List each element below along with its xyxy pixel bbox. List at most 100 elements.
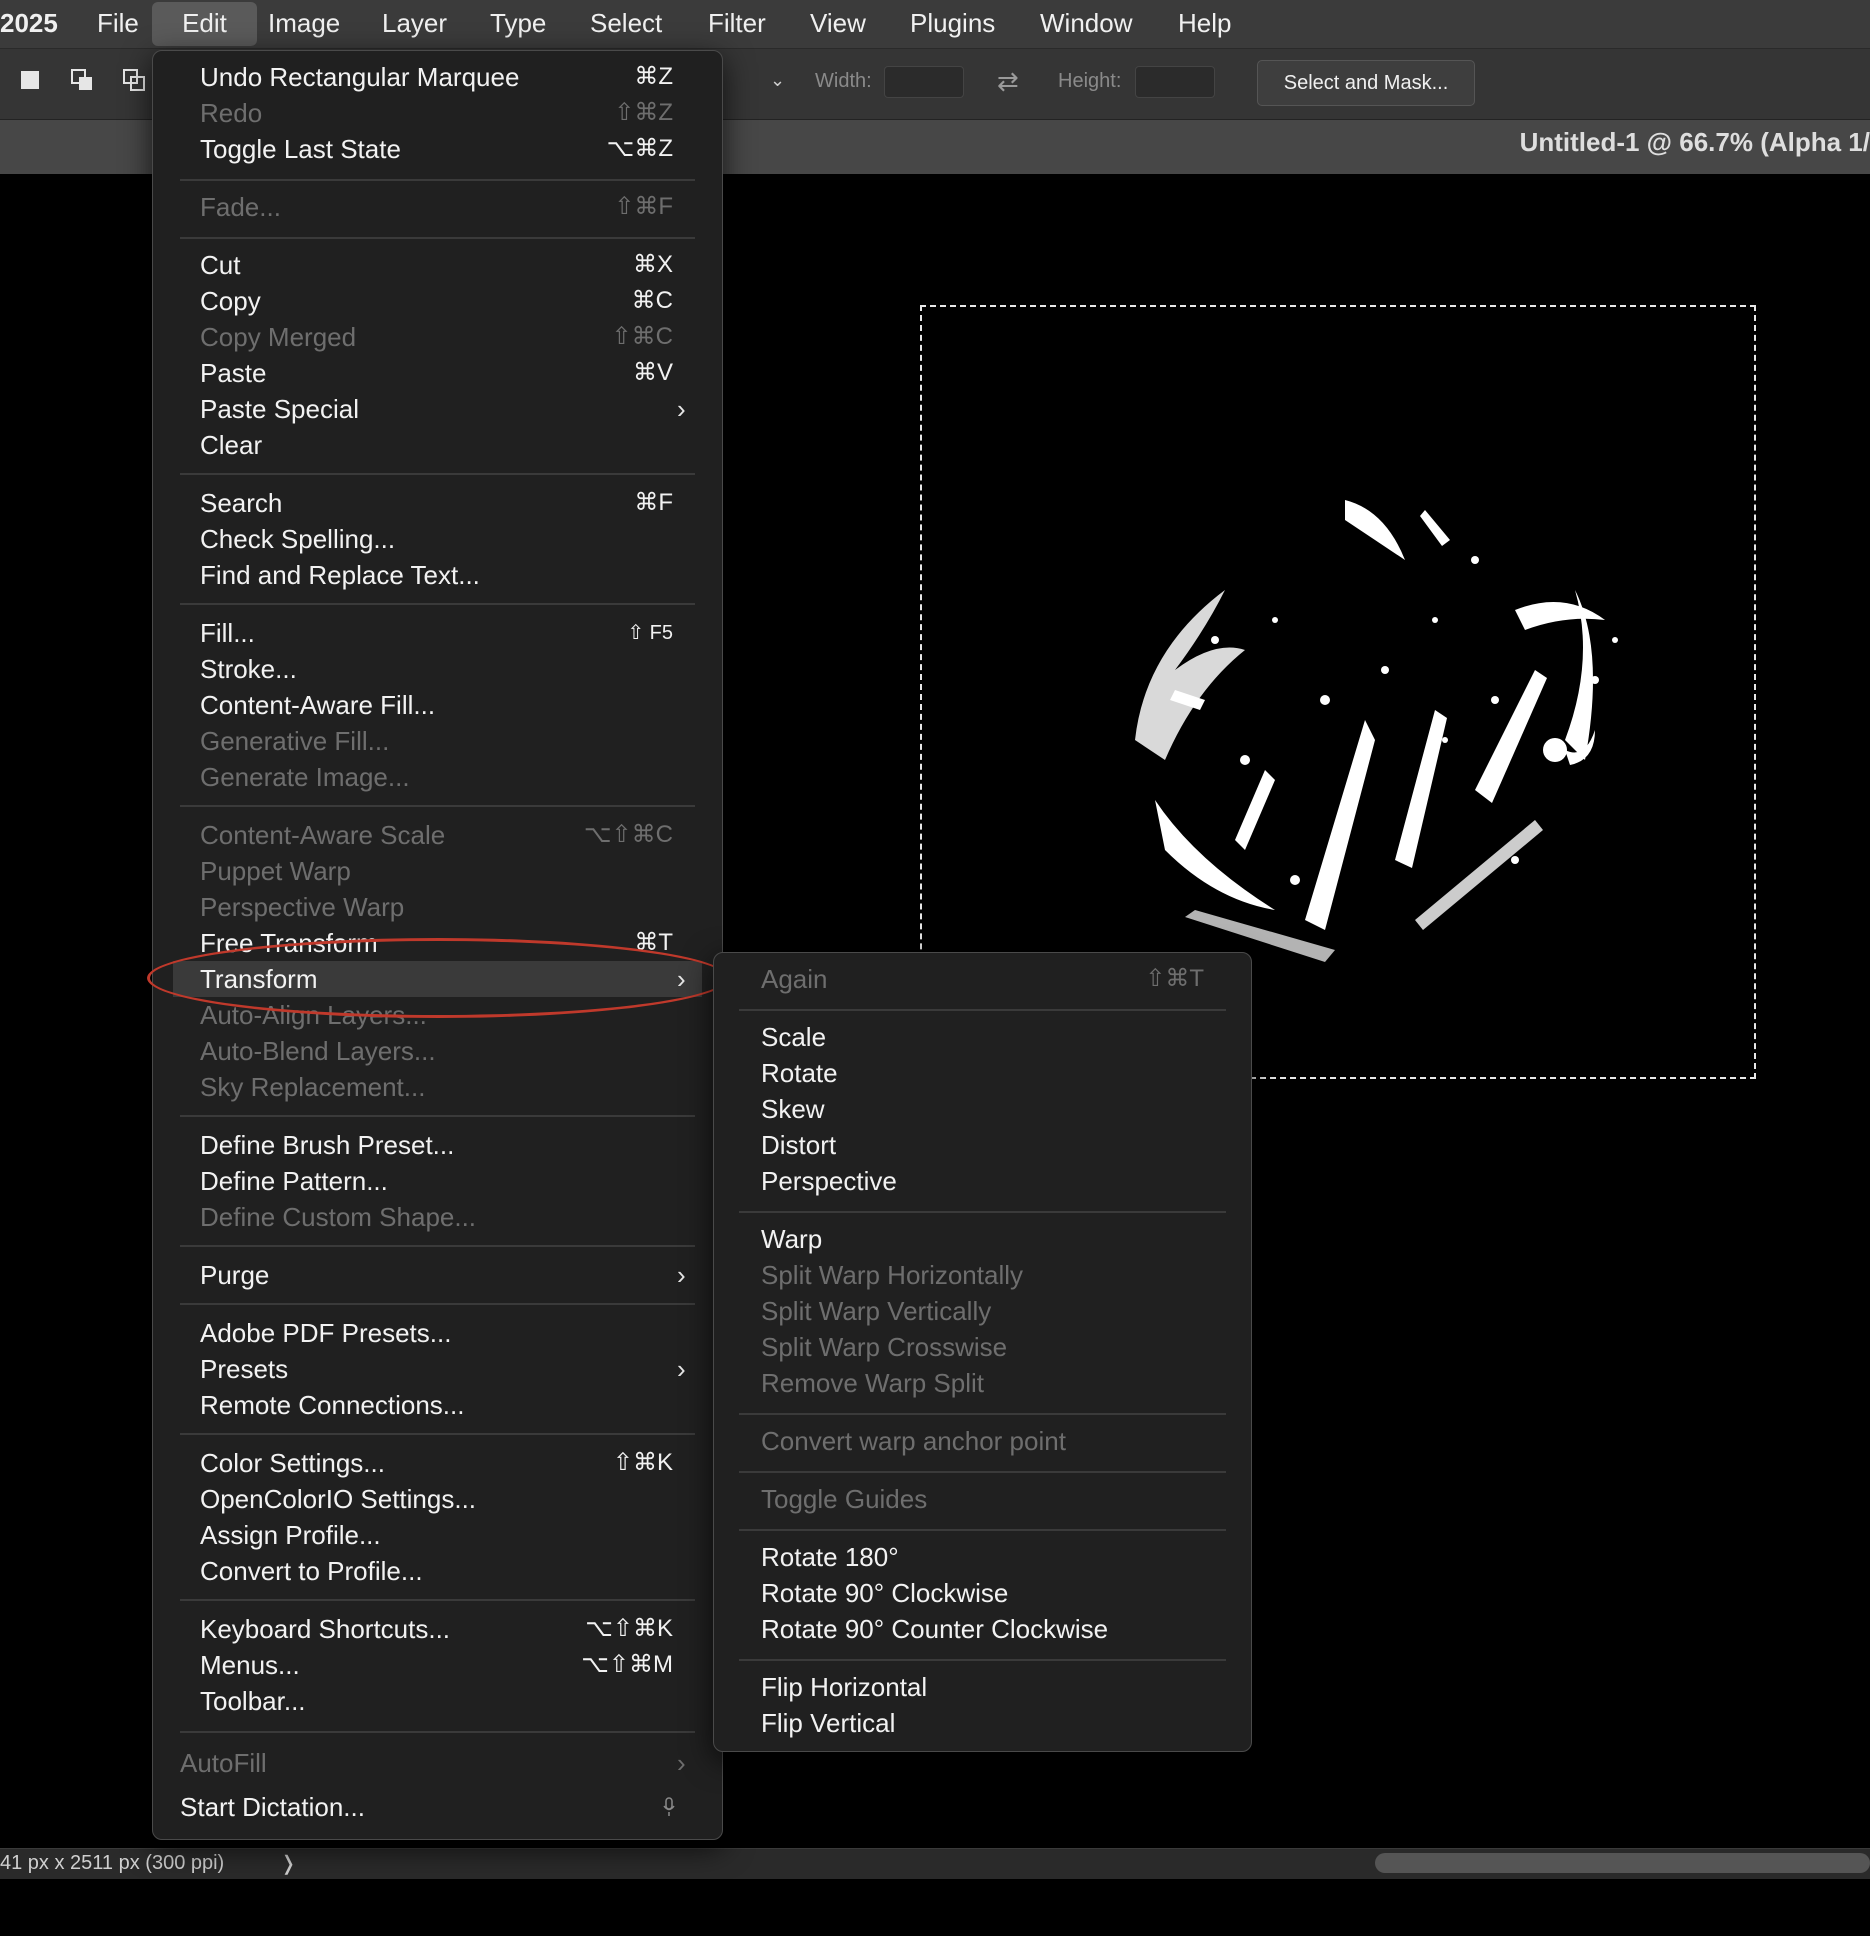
submenu-chevron-icon: ›	[677, 1354, 686, 1384]
menu-item-fill[interactable]: Fill...	[200, 615, 255, 651]
menu-separator	[180, 1599, 695, 1601]
submenu-item-warp[interactable]: Warp	[761, 1221, 822, 1257]
app-name: 2025	[0, 8, 58, 38]
height-label: Height:	[1058, 70, 1122, 92]
submenu-item-rotate-180[interactable]: Rotate 180°	[761, 1539, 899, 1575]
menu-item-toolbar[interactable]: Toolbar...	[200, 1683, 306, 1719]
menu-select[interactable]: Select	[590, 0, 662, 48]
shortcut-undo: ⌘Z	[634, 63, 673, 90]
document-dimensions: 41 px x 2511 px (300 ppi)	[0, 1852, 225, 1874]
menu-item-fade: Fade...	[200, 192, 281, 222]
menu-item-paste-special[interactable]: Paste Special	[200, 391, 359, 427]
menu-edit[interactable]: Edit	[152, 2, 257, 46]
shortcut-toggle-last-state: ⌥⌘Z	[606, 135, 673, 162]
highlight-ring	[147, 938, 729, 1018]
shortcut-menus: ⌥⇧⌘M	[581, 1651, 673, 1678]
width-label: Width:	[815, 70, 872, 92]
submenu-item-remove-warp-split: Remove Warp Split	[761, 1368, 984, 1398]
document-title[interactable]: Untitled-1 @ 66.7% (Alpha 1/	[1520, 127, 1870, 158]
menu-item-adobe-pdf-presets[interactable]: Adobe PDF Presets...	[200, 1315, 451, 1351]
menu-separator	[180, 1115, 695, 1117]
menu-help[interactable]: Help	[1178, 0, 1231, 48]
horizontal-scrollbar[interactable]	[1375, 1853, 1870, 1873]
menu-separator	[180, 179, 695, 181]
menu-item-copy[interactable]: Copy	[200, 283, 261, 319]
add-to-selection-icon[interactable]	[70, 68, 94, 92]
menu-item-purge[interactable]: Purge	[200, 1257, 269, 1293]
menu-separator	[180, 237, 695, 239]
menu-filter[interactable]: Filter	[708, 0, 766, 48]
submenu-chevron-icon: ›	[677, 1260, 686, 1290]
menu-separator	[739, 1471, 1226, 1473]
menu-item-stroke[interactable]: Stroke...	[200, 651, 297, 687]
menu-item-remote-connections[interactable]: Remote Connections...	[200, 1387, 464, 1423]
submenu-item-flip-vertical[interactable]: Flip Vertical	[761, 1705, 895, 1741]
submenu-item-distort[interactable]: Distort	[761, 1127, 836, 1163]
width-field[interactable]	[884, 66, 964, 98]
submenu-item-split-warp-horizontally: Split Warp Horizontally	[761, 1260, 1024, 1290]
select-and-mask-button[interactable]: Select and Mask...	[1257, 60, 1475, 106]
submenu-chevron-icon: ›	[677, 394, 686, 424]
menu-bar: 2025 File Edit Image Layer Type Select F…	[0, 0, 1870, 49]
menu-separator	[739, 1413, 1226, 1415]
menu-item-check-spelling[interactable]: Check Spelling...	[200, 521, 395, 557]
height-field[interactable]	[1135, 66, 1215, 98]
menu-item-search[interactable]: Search	[200, 485, 282, 521]
menu-separator	[180, 1303, 695, 1305]
menu-type[interactable]: Type	[490, 0, 546, 48]
new-selection-icon[interactable]	[18, 68, 42, 92]
menu-item-convert-to-profile[interactable]: Convert to Profile...	[200, 1553, 423, 1589]
submenu-item-split-warp-crosswise: Split Warp Crosswise	[761, 1332, 1008, 1362]
menu-item-color-settings[interactable]: Color Settings...	[200, 1445, 385, 1481]
submenu-item-perspective[interactable]: Perspective	[761, 1163, 897, 1199]
shortcut-content-aware-scale: ⌥⇧⌘C	[583, 821, 673, 848]
menu-separator	[180, 1433, 695, 1435]
menu-item-perspective-warp: Perspective Warp	[200, 892, 405, 922]
menu-separator	[739, 1529, 1226, 1531]
submenu-item-rotate-90-cw[interactable]: Rotate 90° Clockwise	[761, 1575, 1008, 1611]
submenu-item-scale[interactable]: Scale	[761, 1019, 826, 1055]
menu-item-keyboard-shortcuts[interactable]: Keyboard Shortcuts...	[200, 1611, 450, 1647]
menu-item-find-replace[interactable]: Find and Replace Text...	[200, 557, 480, 593]
submenu-item-skew[interactable]: Skew	[761, 1091, 825, 1127]
submenu-item-rotate[interactable]: Rotate	[761, 1055, 838, 1091]
menu-item-generate-image: Generate Image...	[200, 762, 410, 792]
menu-separator	[180, 603, 695, 605]
menu-item-cut[interactable]: Cut	[200, 247, 240, 283]
menu-separator	[180, 1245, 695, 1247]
menu-item-menus[interactable]: Menus...	[200, 1647, 300, 1683]
menu-item-content-aware-fill[interactable]: Content-Aware Fill...	[200, 687, 435, 723]
submenu-item-again: Again	[761, 964, 828, 994]
menu-item-generative-fill: Generative Fill...	[200, 726, 390, 756]
swap-width-height-icon[interactable]: ⇄	[997, 66, 1019, 97]
subtract-from-selection-icon[interactable]	[122, 68, 146, 92]
menu-item-clear[interactable]: Clear	[200, 427, 262, 463]
shortcut-fade: ⇧⌘F	[614, 193, 673, 220]
menu-item-define-pattern[interactable]: Define Pattern...	[200, 1163, 388, 1199]
menu-layer[interactable]: Layer	[382, 0, 447, 48]
menu-window[interactable]: Window	[1040, 0, 1132, 48]
menu-image[interactable]: Image	[268, 0, 340, 48]
menu-item-toggle-last-state[interactable]: Toggle Last State	[200, 131, 401, 167]
menu-separator	[739, 1659, 1226, 1661]
menu-item-define-custom-shape: Define Custom Shape...	[200, 1202, 477, 1232]
microphone-icon	[663, 1797, 675, 1816]
menu-item-opencolorio-settings[interactable]: OpenColorIO Settings...	[200, 1481, 476, 1517]
menu-item-assign-profile[interactable]: Assign Profile...	[200, 1517, 381, 1553]
status-chevron-icon[interactable]: ❭	[280, 1851, 297, 1876]
menu-separator	[739, 1009, 1226, 1011]
menu-item-presets[interactable]: Presets	[200, 1351, 288, 1387]
menu-item-start-dictation[interactable]: Start Dictation...	[180, 1789, 365, 1825]
menu-view[interactable]: View	[810, 0, 866, 48]
menu-item-content-aware-scale: Content-Aware Scale	[200, 820, 446, 850]
submenu-item-rotate-90-ccw[interactable]: Rotate 90° Counter Clockwise	[761, 1611, 1108, 1647]
menu-file[interactable]: File	[97, 0, 139, 48]
menu-item-undo[interactable]: Undo Rectangular Marquee	[200, 59, 519, 95]
submenu-item-flip-horizontal[interactable]: Flip Horizontal	[761, 1669, 927, 1705]
style-dropdown-chevron-icon[interactable]: ⌄	[770, 70, 785, 91]
submenu-item-toggle-guides: Toggle Guides	[761, 1484, 928, 1514]
menu-item-paste[interactable]: Paste	[200, 355, 267, 391]
shortcut-search: ⌘F	[634, 489, 673, 516]
menu-plugins[interactable]: Plugins	[910, 0, 995, 48]
menu-item-define-brush-preset[interactable]: Define Brush Preset...	[200, 1127, 454, 1163]
